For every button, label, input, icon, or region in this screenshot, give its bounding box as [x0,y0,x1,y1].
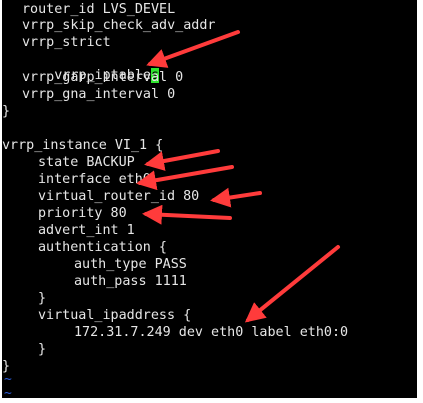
config-brace-close-auth: } [38,291,47,306]
config-line-virtual-router-id: virtual_router_id 80 [38,189,200,204]
config-line-authentication: authentication { [38,240,167,255]
terminal-window[interactable]: router_id LVS_DEVEL vrrp_skip_check_adv_… [2,0,417,398]
config-line-garp-interval: vrrp_garp_interval 0 [22,70,184,85]
config-line-state: state BACKUP [38,155,135,170]
config-line-priority: priority 80 [38,206,127,221]
config-brace-close: } [2,104,11,119]
config-line-router-id: router_id LVS_DEVEL [22,2,176,17]
config-line-vrrp-iptables: vrrp_iptables [22,52,160,83]
config-line-virtual-ipaddress: virtual_ipaddress { [38,308,192,323]
config-line-vrrp-instance: vrrp_instance VI_1 { [2,138,164,153]
config-line-gna-interval: vrrp_gna_interval 0 [22,87,176,102]
config-line-skip-check: vrrp_skip_check_adv_addr [22,18,216,33]
config-line-vrrp-strict: vrrp_strict [22,35,111,50]
config-line-advert-int: advert_int 1 [38,223,135,238]
config-line-auth-type: auth_type PASS [74,257,187,272]
empty-line-tilde: ~ [4,386,12,398]
config-line-ip-address: 172.31.7.249 dev eth0 label eth0:0 [74,325,349,340]
scrollbar-track[interactable] [417,0,423,403]
config-brace-close-vip: } [38,342,47,357]
config-line-interface: interface eth0 [38,172,151,187]
config-line-auth-pass: auth_pass 1111 [74,274,187,289]
